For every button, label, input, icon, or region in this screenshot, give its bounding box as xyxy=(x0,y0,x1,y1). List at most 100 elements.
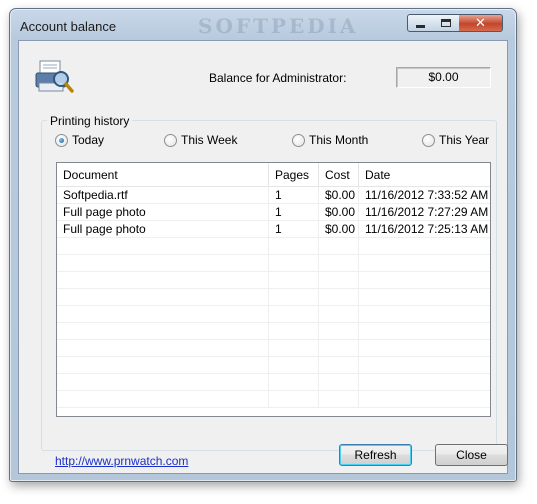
radio-button-icon xyxy=(422,133,435,147)
empty-table-row xyxy=(57,238,490,255)
cell-document: Full page photo xyxy=(57,221,269,237)
empty-cell xyxy=(319,374,359,390)
radio-button-icon xyxy=(292,133,305,147)
radio-label: Today xyxy=(72,133,105,147)
empty-cell xyxy=(269,391,319,407)
empty-table-row xyxy=(57,391,490,408)
empty-cell xyxy=(269,272,319,288)
maximize-button[interactable] xyxy=(433,14,460,32)
table-header: Document Pages Cost Date xyxy=(57,163,490,187)
table-row[interactable]: Softpedia.rtf 1 $0.00 11/16/2012 7:33:52… xyxy=(57,187,490,204)
empty-table-row xyxy=(57,255,490,272)
cell-cost: $0.00 xyxy=(319,187,359,203)
empty-cell xyxy=(57,340,269,356)
printing-history-table[interactable]: Document Pages Cost Date Softpedia.rtf 1… xyxy=(56,162,491,417)
empty-cell xyxy=(319,289,359,305)
empty-cell xyxy=(319,340,359,356)
refresh-button[interactable]: Refresh xyxy=(339,444,412,466)
empty-table-row xyxy=(57,323,490,340)
empty-cell xyxy=(57,357,269,373)
title-bar[interactable]: Account balance SOFTPEDIA ✕ xyxy=(10,9,516,39)
empty-cell xyxy=(359,323,490,339)
empty-cell xyxy=(269,340,319,356)
radio-this-month[interactable]: This Month xyxy=(292,133,368,147)
empty-cell xyxy=(269,255,319,271)
close-icon: ✕ xyxy=(475,15,486,31)
empty-table-row xyxy=(57,357,490,374)
empty-cell xyxy=(359,238,490,254)
cell-document: Full page photo xyxy=(57,204,269,220)
website-link[interactable]: http://www.prnwatch.com xyxy=(55,454,188,468)
empty-cell xyxy=(57,272,269,288)
empty-cell xyxy=(57,323,269,339)
empty-cell xyxy=(57,374,269,390)
empty-cell xyxy=(319,357,359,373)
empty-cell xyxy=(359,255,490,271)
empty-cell xyxy=(359,340,490,356)
empty-cell xyxy=(269,238,319,254)
radio-this-year[interactable]: This Year xyxy=(422,133,489,147)
radio-button-icon xyxy=(164,133,177,147)
printing-history-title: Printing history xyxy=(47,114,133,128)
empty-cell xyxy=(269,357,319,373)
cell-pages: 1 xyxy=(269,221,319,237)
maximize-icon xyxy=(441,19,451,27)
empty-cell xyxy=(57,289,269,305)
column-header-date[interactable]: Date xyxy=(359,163,490,186)
empty-cell xyxy=(269,289,319,305)
table-row[interactable]: Full page photo 1 $0.00 11/16/2012 7:25:… xyxy=(57,221,490,238)
empty-cell xyxy=(269,374,319,390)
cell-pages: 1 xyxy=(269,187,319,203)
empty-cell xyxy=(359,374,490,390)
account-balance-window: Account balance SOFTPEDIA ✕ Balance for … xyxy=(9,8,517,482)
cell-cost: $0.00 xyxy=(319,204,359,220)
empty-cell xyxy=(359,306,490,322)
cell-date: 11/16/2012 7:25:13 AM xyxy=(365,222,489,236)
empty-table-row xyxy=(57,306,490,323)
empty-table-row xyxy=(57,289,490,306)
cell-document: Softpedia.rtf xyxy=(57,187,269,203)
empty-cell xyxy=(359,289,490,305)
radio-label: This Month xyxy=(309,133,369,147)
empty-cell xyxy=(359,272,490,288)
minimize-button[interactable] xyxy=(407,14,434,32)
printer-magnifier-icon xyxy=(35,60,74,93)
cell-date: 11/16/2012 7:33:52 AM xyxy=(365,188,489,202)
empty-table-row xyxy=(57,272,490,289)
empty-cell xyxy=(359,357,490,373)
empty-cell xyxy=(57,238,269,254)
column-header-document[interactable]: Document xyxy=(57,163,269,186)
empty-cell xyxy=(57,255,269,271)
empty-cell xyxy=(319,255,359,271)
empty-cell xyxy=(359,391,490,407)
radio-this-week[interactable]: This Week xyxy=(164,133,237,147)
empty-cell xyxy=(319,323,359,339)
empty-table-row xyxy=(57,374,490,391)
empty-cell xyxy=(319,272,359,288)
empty-cell xyxy=(319,238,359,254)
radio-button-icon xyxy=(55,133,68,147)
cell-cost: $0.00 xyxy=(319,221,359,237)
minimize-icon xyxy=(416,24,425,28)
empty-cell xyxy=(269,306,319,322)
window-title: Account balance xyxy=(20,19,117,34)
empty-cell xyxy=(319,391,359,407)
empty-cell xyxy=(319,306,359,322)
radio-today[interactable]: Today xyxy=(55,133,104,147)
cell-date: 11/16/2012 7:27:29 AM xyxy=(365,205,489,219)
empty-cell xyxy=(269,323,319,339)
cell-pages: 1 xyxy=(269,204,319,220)
empty-cell xyxy=(57,306,269,322)
empty-table-row xyxy=(57,340,490,357)
watermark: SOFTPEDIA xyxy=(198,14,359,38)
balance-label: Balance for Administrator: xyxy=(209,71,347,85)
empty-cell xyxy=(57,391,269,407)
balance-value-field: $0.00 xyxy=(396,67,491,88)
column-header-cost[interactable]: Cost xyxy=(319,163,359,186)
column-header-pages[interactable]: Pages xyxy=(269,163,319,186)
table-row[interactable]: Full page photo 1 $0.00 11/16/2012 7:27:… xyxy=(57,204,490,221)
dialog-client-area: Balance for Administrator: $0.00 Printin… xyxy=(18,40,508,474)
table-body: Softpedia.rtf 1 $0.00 11/16/2012 7:33:52… xyxy=(57,187,490,408)
close-button[interactable]: Close xyxy=(435,444,508,466)
close-window-button[interactable]: ✕ xyxy=(459,14,503,32)
